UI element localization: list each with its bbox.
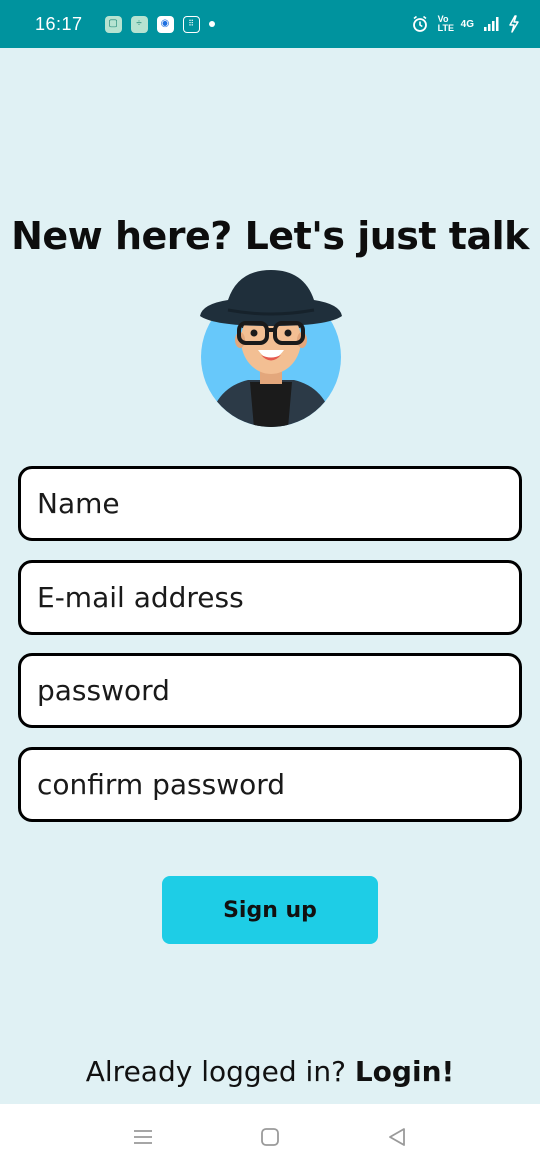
menu-icon [134,1130,153,1144]
signal-strength-icon [484,17,499,31]
confirm-password-field[interactable] [18,747,522,822]
signup-button[interactable]: Sign up [162,876,378,944]
browser-app-icon: ◉ [156,15,174,33]
home-square-icon [261,1128,279,1146]
name-field[interactable] [18,466,522,541]
system-status-icons: Vo LTE 4G [411,15,520,33]
keypad-app-icon: ⠿ [182,15,200,33]
chat-app-icon: ▢ [104,15,122,33]
email-field[interactable] [18,560,522,635]
login-prompt-text: Already logged in? [85,1055,346,1088]
confirm-password-input[interactable] [37,750,519,819]
system-nav-bar [0,1104,540,1170]
password-input[interactable] [37,656,519,725]
more-notifications-dot-icon [208,21,215,27]
back-triangle-icon [388,1128,405,1146]
notification-icons: ▢ ÷ ◉ ⠿ [104,15,215,33]
password-field[interactable] [18,653,522,728]
alarm-icon [412,15,427,32]
login-link[interactable]: Login! [355,1055,454,1088]
avatar-illustration [200,270,342,427]
recent-apps-button[interactable] [123,1117,163,1157]
login-prompt: Already logged in? Login! [0,1055,540,1088]
network-type-label: 4G [460,18,474,30]
back-button[interactable] [377,1117,417,1157]
page-title: New here? Let's just talk [11,214,529,258]
charging-bolt-icon [509,15,519,33]
name-input[interactable] [37,469,519,538]
home-button[interactable] [250,1117,290,1157]
status-bar: 16:17 ▢ ÷ ◉ ⠿ Vo LTE 4G [0,0,540,48]
calculator-app-icon: ÷ [130,15,148,33]
volte-icon: Vo LTE [437,14,454,33]
email-input[interactable] [37,563,519,632]
status-time: 16:17 [35,13,83,34]
